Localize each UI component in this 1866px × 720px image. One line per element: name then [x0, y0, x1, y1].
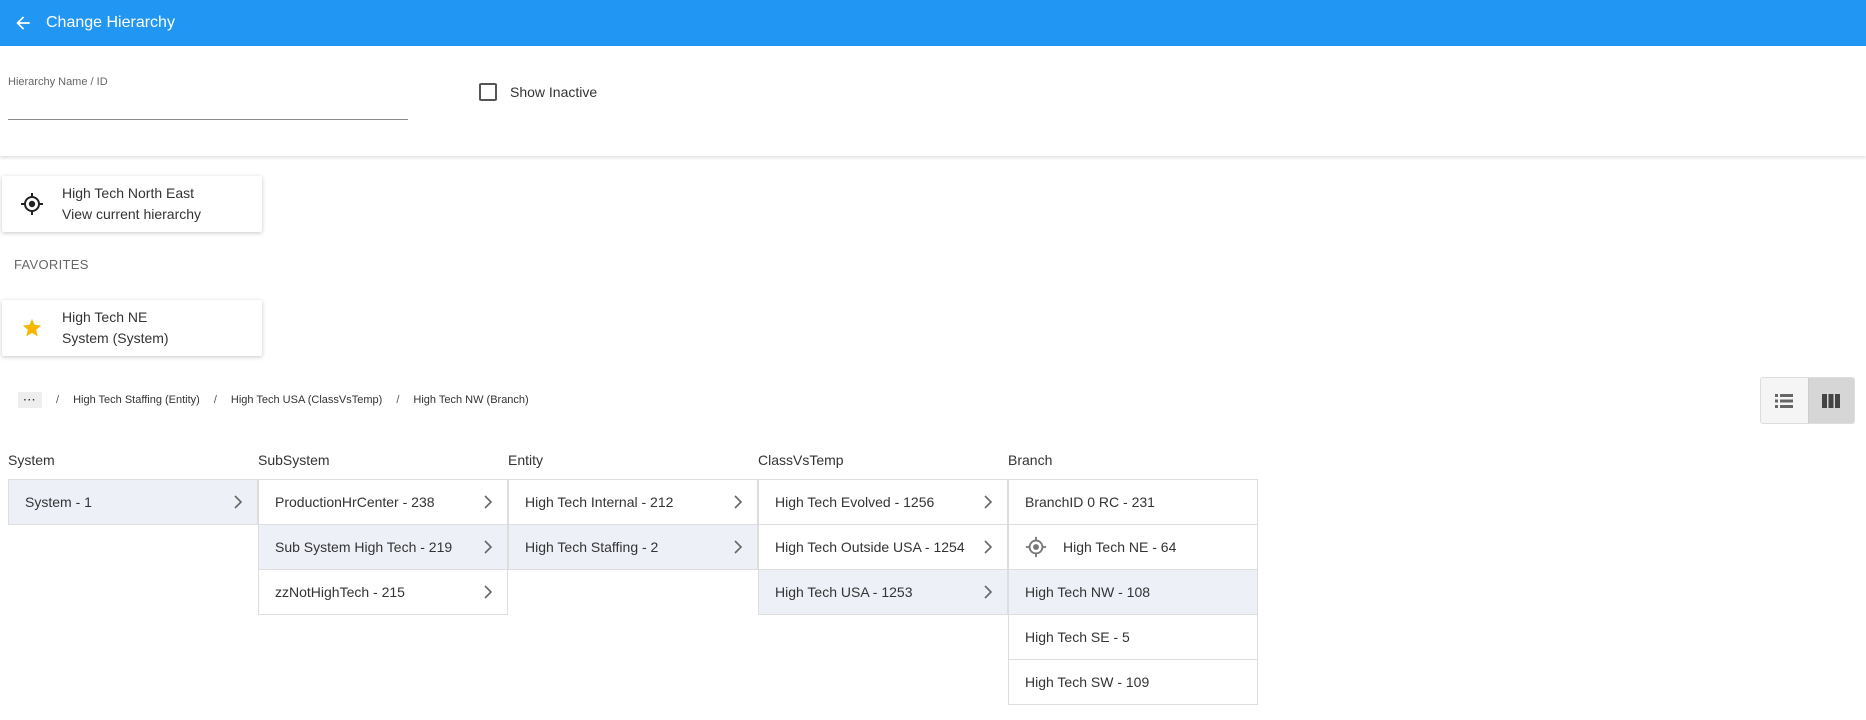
hierarchy-item-label: Sub System High Tech - 219 [275, 539, 453, 555]
hierarchy-item-label: High Tech SE - 5 [1025, 629, 1130, 645]
favorite-name: High Tech NE [62, 309, 148, 325]
column-header-subsystem: SubSystem [258, 452, 330, 468]
hierarchy-item-label: ProductionHrCenter - 238 [275, 494, 435, 510]
arrow-back-icon [16, 16, 30, 30]
page-title: Change Hierarchy [46, 14, 175, 31]
breadcrumb: ··· / High Tech Staffing (Entity) / High… [18, 392, 529, 408]
current-hierarchy-card[interactable]: High Tech North East View current hierar… [2, 176, 262, 232]
column-header-classvstemp: ClassVsTemp [758, 452, 844, 468]
breadcrumb-more-button[interactable]: ··· [18, 392, 42, 408]
hierarchy-item-label: High Tech Outside USA - 1254 [775, 539, 965, 555]
app-bar: Change Hierarchy [0, 0, 1866, 46]
breadcrumb-item-branch[interactable]: High Tech NW (Branch) [413, 394, 528, 406]
hierarchy-item[interactable]: High Tech USA - 1253 [758, 569, 1008, 615]
hierarchy-item[interactable]: zzNotHighTech - 215 [258, 569, 508, 615]
view-toggle [1760, 377, 1855, 424]
breadcrumb-separator: / [396, 394, 400, 406]
hierarchy-item-label: BranchID 0 RC - 231 [1025, 494, 1155, 510]
list-view-button[interactable] [1761, 378, 1808, 423]
hierarchy-item[interactable]: System - 1 [8, 479, 258, 525]
column-view-icon [1822, 393, 1841, 408]
hierarchy-item-label: High Tech Internal - 212 [525, 494, 674, 510]
hierarchy-search-field: Hierarchy Name / ID [8, 76, 408, 120]
hierarchy-item[interactable]: BranchID 0 RC - 231 [1008, 479, 1258, 525]
column-classvstemp: ClassVsTemp High Tech Evolved - 1256 Hig… [758, 450, 1008, 615]
chevron-right-icon [483, 585, 493, 599]
column-entity: Entity High Tech Internal - 212 High Tec… [508, 450, 758, 570]
column-subsystem: SubSystem ProductionHrCenter - 238 Sub S… [258, 450, 508, 615]
hierarchy-item[interactable]: High Tech NW - 108 [1008, 569, 1258, 615]
hierarchy-item[interactable]: High Tech Internal - 212 [508, 479, 758, 525]
hierarchy-search-label: Hierarchy Name / ID [8, 76, 108, 88]
column-header-entity: Entity [508, 452, 544, 468]
hierarchy-item-label: High Tech SW - 109 [1025, 674, 1150, 690]
hierarchy-item-label: High Tech NW - 108 [1025, 584, 1151, 600]
chevron-right-icon [983, 495, 993, 509]
chevron-right-icon [233, 495, 243, 509]
breadcrumb-item-entity[interactable]: High Tech Staffing (Entity) [73, 394, 200, 406]
hierarchy-item-label: zzNotHighTech - 215 [275, 584, 405, 600]
show-inactive-toggle[interactable]: Show Inactive [479, 83, 597, 101]
hierarchy-item[interactable]: ProductionHrCenter - 238 [258, 479, 508, 525]
hierarchy-item[interactable]: Sub System High Tech - 219 [258, 524, 508, 570]
list-view-icon [1775, 393, 1794, 408]
chevron-right-icon [983, 585, 993, 599]
show-inactive-checkbox[interactable] [479, 83, 497, 101]
column-branch: Branch BranchID 0 RC - 231 High Tech NE … [1008, 450, 1258, 705]
breadcrumb-separator: / [213, 394, 217, 406]
hierarchy-item[interactable]: High Tech Evolved - 1256 [758, 479, 1008, 525]
search-panel: Hierarchy Name / ID Show Inactive [0, 46, 1866, 156]
favorites-heading: FAVORITES [14, 257, 89, 272]
star-icon [2, 317, 62, 339]
hierarchy-item[interactable]: High Tech SW - 109 [1008, 659, 1258, 705]
show-inactive-label: Show Inactive [510, 84, 598, 100]
chevron-right-icon [733, 540, 743, 554]
hierarchy-item-label: System - 1 [25, 494, 92, 510]
back-button[interactable] [0, 0, 46, 46]
hierarchy-item-label: High Tech USA - 1253 [775, 584, 913, 600]
my-location-icon [2, 192, 62, 216]
breadcrumb-separator: / [56, 394, 60, 406]
hierarchy-item-current[interactable]: High Tech NE - 64 [1008, 524, 1258, 570]
chevron-right-icon [483, 495, 493, 509]
current-hierarchy-name: High Tech North East [62, 185, 195, 201]
hierarchy-item-label: High Tech Evolved - 1256 [775, 494, 935, 510]
hierarchy-item-label: High Tech NE - 64 [1063, 539, 1177, 555]
hierarchy-item[interactable]: High Tech Staffing - 2 [508, 524, 758, 570]
column-header-system: System [8, 452, 55, 468]
hierarchy-search-input[interactable] [8, 101, 408, 117]
breadcrumb-item-classvstemp[interactable]: High Tech USA (ClassVsTemp) [231, 394, 382, 406]
hierarchy-item-label: High Tech Staffing - 2 [525, 539, 659, 555]
favorite-card[interactable]: High Tech NE System (System) [2, 300, 262, 356]
favorite-subtitle: System (System) [62, 330, 169, 346]
my-location-icon [1025, 536, 1047, 558]
chevron-right-icon [733, 495, 743, 509]
current-hierarchy-subtitle: View current hierarchy [62, 206, 202, 222]
hierarchy-item[interactable]: High Tech Outside USA - 1254 [758, 524, 1008, 570]
chevron-right-icon [983, 540, 993, 554]
chevron-right-icon [483, 540, 493, 554]
column-view-button[interactable] [1807, 378, 1854, 423]
column-system: System System - 1 [8, 450, 258, 525]
hierarchy-item[interactable]: High Tech SE - 5 [1008, 614, 1258, 660]
column-header-branch: Branch [1008, 452, 1053, 468]
